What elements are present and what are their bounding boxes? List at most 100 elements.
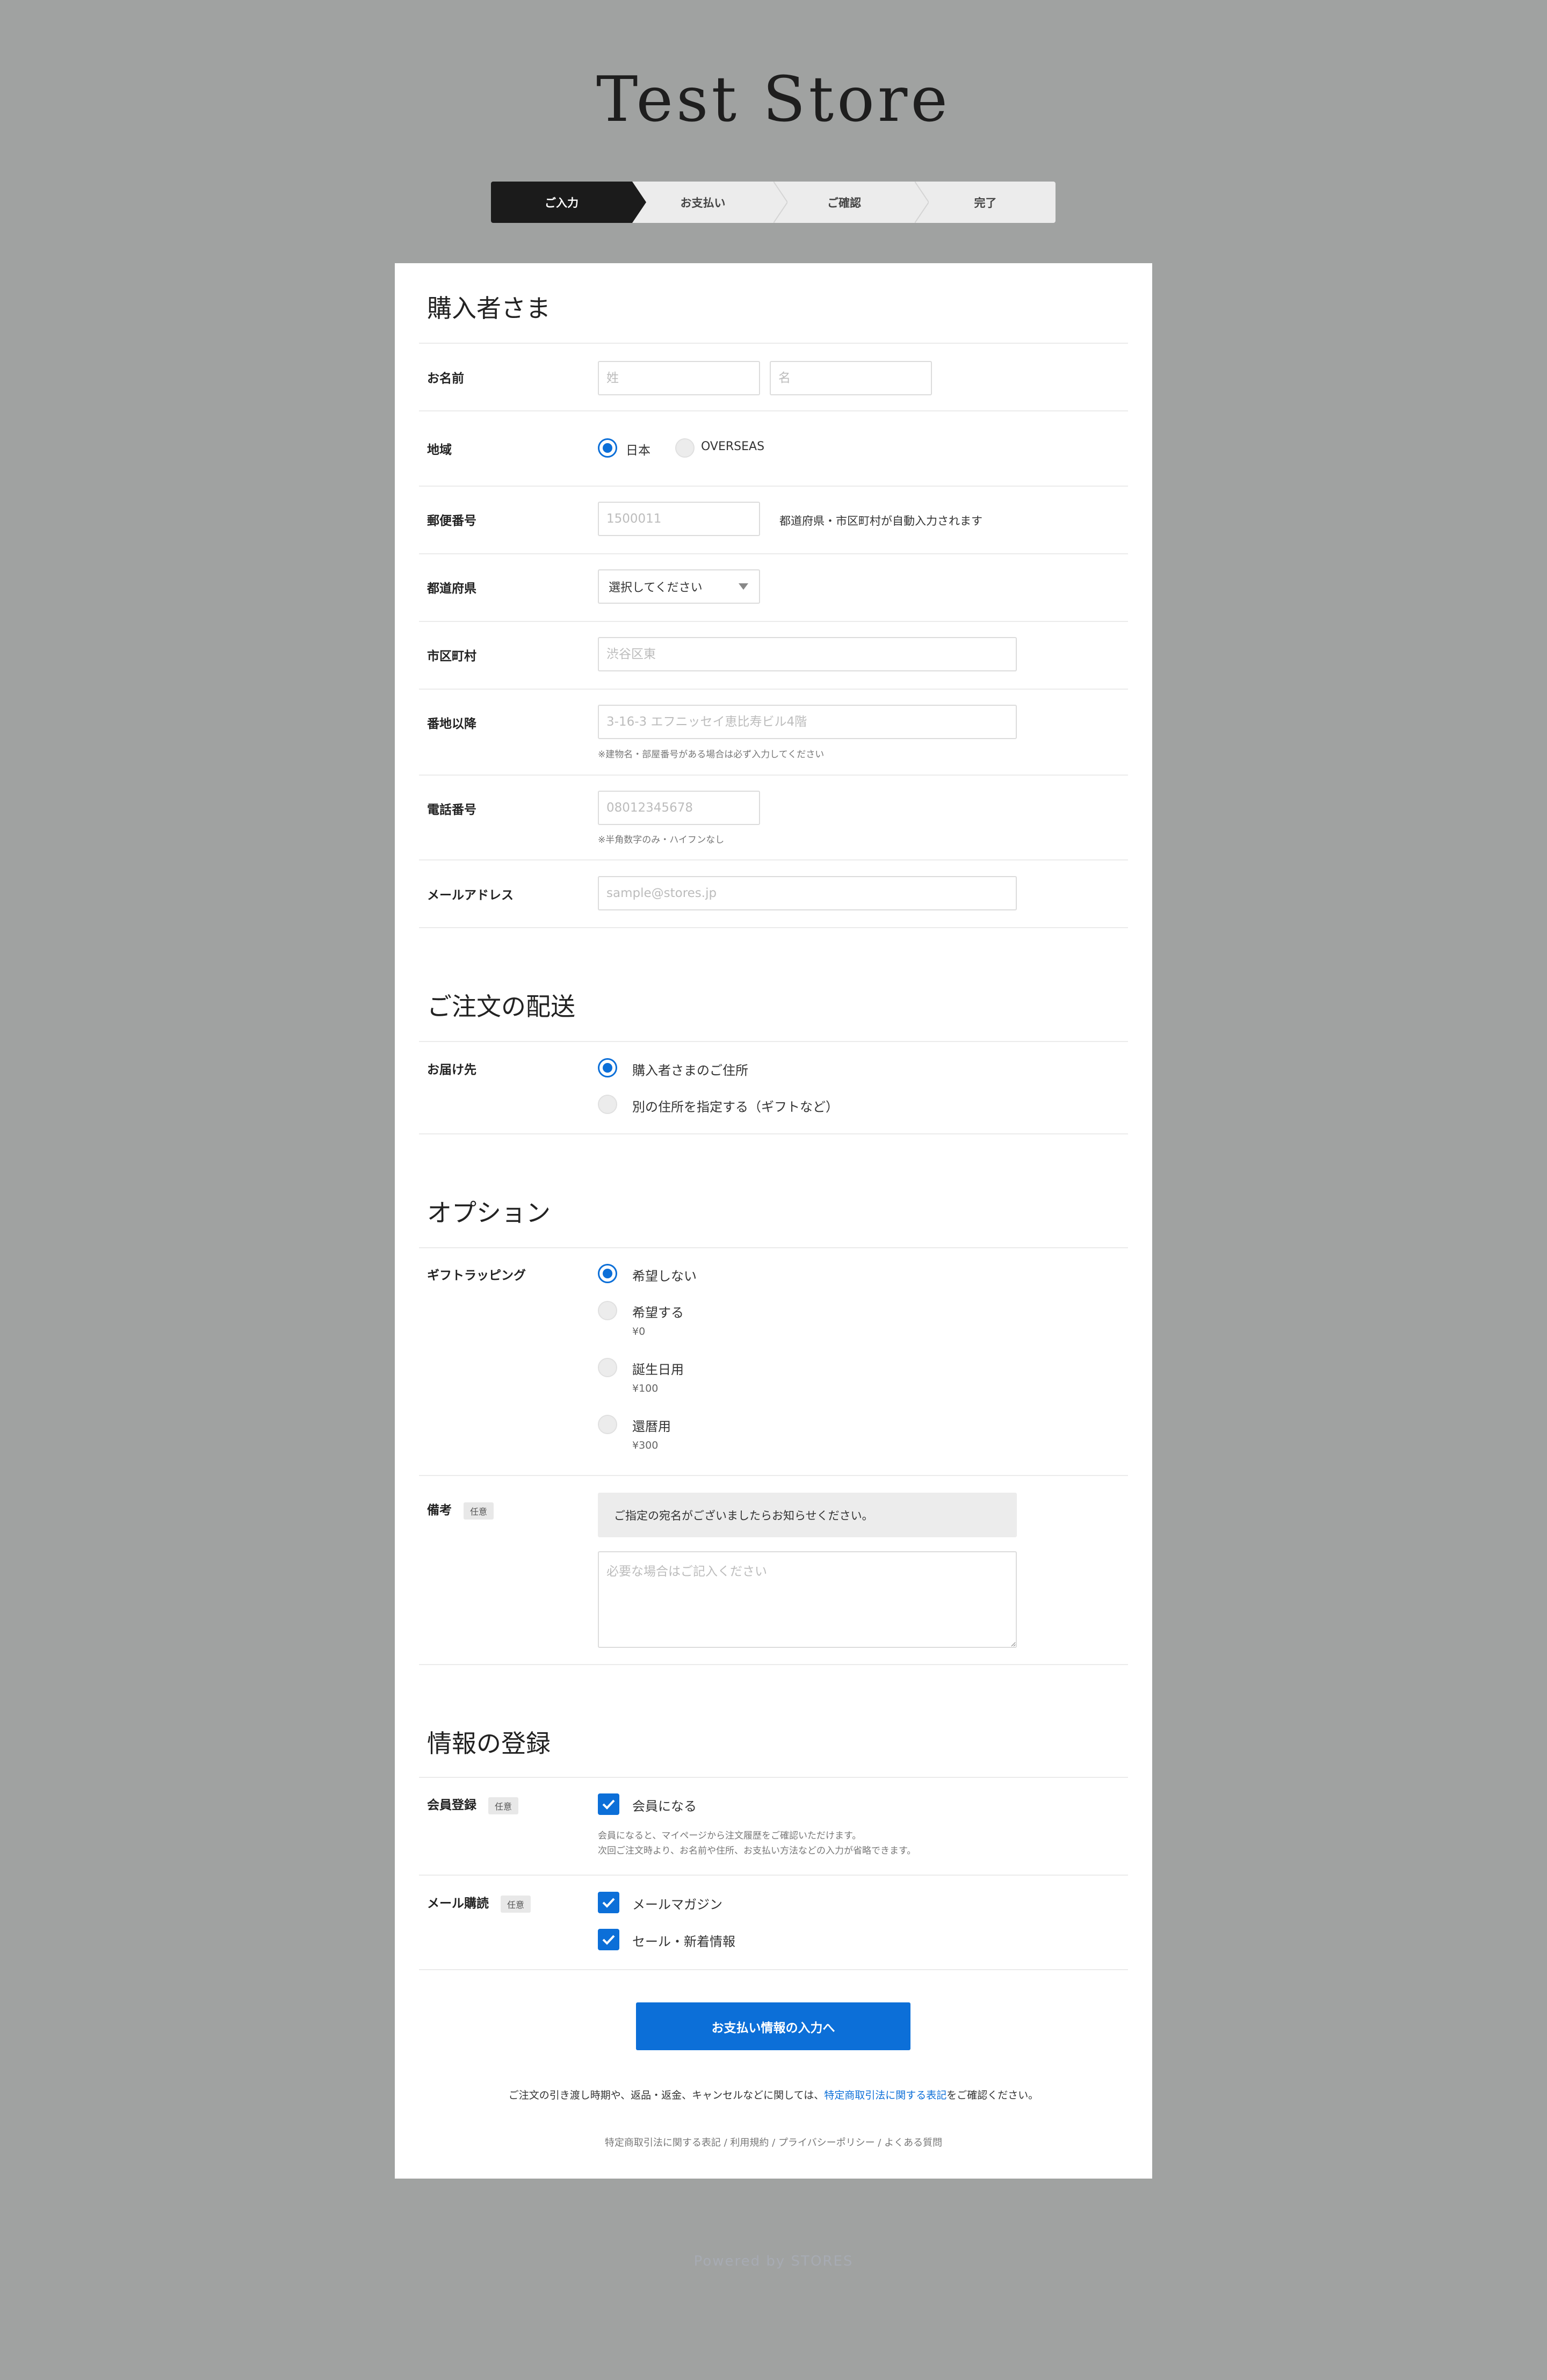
- check-icon: [602, 1799, 615, 1810]
- destination-other-radio[interactable]: [598, 1095, 617, 1114]
- phone-label: 電話番号: [427, 803, 476, 817]
- divider: [419, 343, 1128, 344]
- check-icon: [602, 1898, 615, 1908]
- section-title-options: オプション: [427, 1198, 551, 1227]
- prefecture-select[interactable]: 選択してください: [598, 569, 760, 604]
- destination-buyer-label: 購入者さまのご住所: [632, 1063, 748, 1078]
- address-label: 番地以降: [427, 717, 476, 731]
- region-label: 地域: [427, 443, 452, 457]
- gift-option-radio[interactable]: [598, 1301, 617, 1320]
- member-label: 会員登録: [427, 1798, 476, 1812]
- check-icon: [602, 1935, 615, 1945]
- legal-suffix: をご確認ください。: [946, 2089, 1039, 2101]
- chevron-down-icon: [739, 583, 748, 590]
- proceed-to-payment-button[interactable]: お支払い情報の入力へ: [636, 2002, 910, 2050]
- step-confirm: ご確認: [827, 196, 861, 209]
- divider: [419, 927, 1128, 928]
- gift-option-label: 誕生日用: [632, 1362, 684, 1377]
- last-name-input[interactable]: [598, 361, 760, 395]
- checkout-steps: ご入力 お支払い ご確認 完了: [491, 182, 1056, 223]
- postal-code-input[interactable]: [598, 502, 760, 536]
- notes-label-row: 備考 任意: [427, 1500, 494, 1520]
- divider: [419, 486, 1128, 487]
- legal-link[interactable]: 特定商取引法に関する表記: [824, 2089, 946, 2101]
- member-note: 会員になると、マイページから注文履歴をご確認いただけます。: [598, 1831, 862, 1841]
- gift-option-price: ¥300: [632, 1439, 659, 1451]
- section-title-registration: 情報の登録: [427, 1729, 551, 1758]
- footer-link-terms[interactable]: 利用規約: [730, 2137, 769, 2148]
- postal-label: 郵便番号: [427, 514, 476, 528]
- email-label: メールアドレス: [427, 888, 514, 902]
- divider: [419, 410, 1128, 411]
- postal-hint: 都道府県・市区町村が自動入力されます: [779, 515, 982, 527]
- footer-link-faq[interactable]: よくある質問: [884, 2137, 942, 2148]
- prefecture-label: 都道府県: [427, 582, 476, 596]
- phone-note: ※半角数字のみ・ハイフンなし: [598, 835, 725, 845]
- footer-link-privacy[interactable]: プライバシーポリシー: [778, 2137, 875, 2148]
- footer-links: 特定商取引法に関する表記 / 利用規約 / プライバシーポリシー / よくある質…: [604, 2137, 943, 2148]
- optional-badge: 任意: [501, 1895, 531, 1913]
- optional-badge: 任意: [464, 1502, 494, 1520]
- destination-buyer-radio[interactable]: [598, 1058, 617, 1077]
- divider: [419, 859, 1128, 860]
- mail-label-row: メール購読 任意: [427, 1893, 531, 1913]
- divider: [419, 689, 1128, 690]
- legal-notice: ご注文の引き渡し時期や、返品・返金、キャンセルなどに関しては、特定商取引法に関す…: [395, 2087, 1152, 2102]
- step-input: ご入力: [491, 182, 632, 223]
- member-label-row: 会員登録 任意: [427, 1795, 519, 1814]
- region-overseas-radio[interactable]: [675, 438, 695, 458]
- step-payment: お支払い: [680, 196, 726, 209]
- divider: [419, 1041, 1128, 1042]
- destination-label: お届け先: [427, 1063, 476, 1077]
- notes-label: 備考: [427, 1503, 452, 1517]
- section-title-delivery: ご注文の配送: [427, 992, 575, 1021]
- member-note: 次回ご注文時より、お名前や住所、お支払い方法などの入力が省略できます。: [598, 1846, 916, 1856]
- powered-by[interactable]: Powered by STORES: [0, 2253, 1547, 2269]
- gift-wrapping-label: ギフトラッピング: [427, 1269, 526, 1283]
- gift-option-label: 還暦用: [632, 1419, 671, 1434]
- address-note: ※建物名・部屋番号がある場合は必ず入力してください: [598, 749, 825, 760]
- notes-textarea[interactable]: [598, 1551, 1017, 1648]
- region-japan-radio[interactable]: [598, 438, 617, 458]
- divider: [419, 1475, 1128, 1476]
- gift-option-radio[interactable]: [598, 1264, 617, 1283]
- mail-magazine-label: メールマガジン: [632, 1897, 722, 1912]
- footer-link-tokushoho[interactable]: 特定商取引法に関する表記: [605, 2137, 721, 2148]
- sale-news-checkbox[interactable]: [598, 1929, 619, 1950]
- divider: [419, 553, 1128, 554]
- city-input[interactable]: [598, 637, 1017, 671]
- divider: [419, 1664, 1128, 1665]
- store-title: Test Store: [596, 63, 951, 136]
- phone-input[interactable]: [598, 791, 760, 825]
- gift-option-label: 希望する: [632, 1305, 684, 1320]
- checkout-form-card: 購入者さま お名前 地域 日本 OVERSEAS 郵便番号 都道府県・市区町村が…: [395, 263, 1152, 2179]
- email-input[interactable]: [598, 876, 1017, 910]
- sale-news-label: セール・新着情報: [632, 1934, 735, 1949]
- destination-other-label: 別の住所を指定する（ギフトなど）: [632, 1099, 838, 1115]
- divider: [419, 775, 1128, 776]
- gift-option-radio[interactable]: [598, 1415, 617, 1434]
- gift-option-label: 希望しない: [632, 1269, 697, 1284]
- city-label: 市区町村: [427, 649, 476, 663]
- divider: [419, 1875, 1128, 1876]
- legal-prefix: ご注文の引き渡し時期や、返品・返金、キャンセルなどに関しては、: [508, 2089, 825, 2101]
- region-overseas-label: OVERSEAS: [701, 440, 765, 453]
- divider: [419, 1969, 1128, 1970]
- first-name-input[interactable]: [770, 361, 932, 395]
- mail-magazine-checkbox[interactable]: [598, 1892, 619, 1913]
- mail-label: メール購読: [427, 1897, 489, 1911]
- name-label: お名前: [427, 372, 464, 386]
- divider: [419, 621, 1128, 622]
- member-checkbox[interactable]: [598, 1793, 619, 1815]
- step-complete: 完了: [974, 196, 997, 209]
- optional-badge: 任意: [488, 1797, 519, 1814]
- gift-option-radio[interactable]: [598, 1358, 617, 1377]
- section-title-buyer: 購入者さま: [427, 294, 551, 323]
- gift-option-price: ¥0: [632, 1326, 646, 1337]
- divider: [419, 1133, 1128, 1134]
- divider: [419, 1247, 1128, 1248]
- member-option-label: 会員になる: [632, 1799, 697, 1814]
- notes-info-box: ご指定の宛名がございましたらお知らせください。: [598, 1493, 1017, 1537]
- address-input[interactable]: [598, 705, 1017, 739]
- prefecture-select-value: 選択してください: [609, 581, 703, 595]
